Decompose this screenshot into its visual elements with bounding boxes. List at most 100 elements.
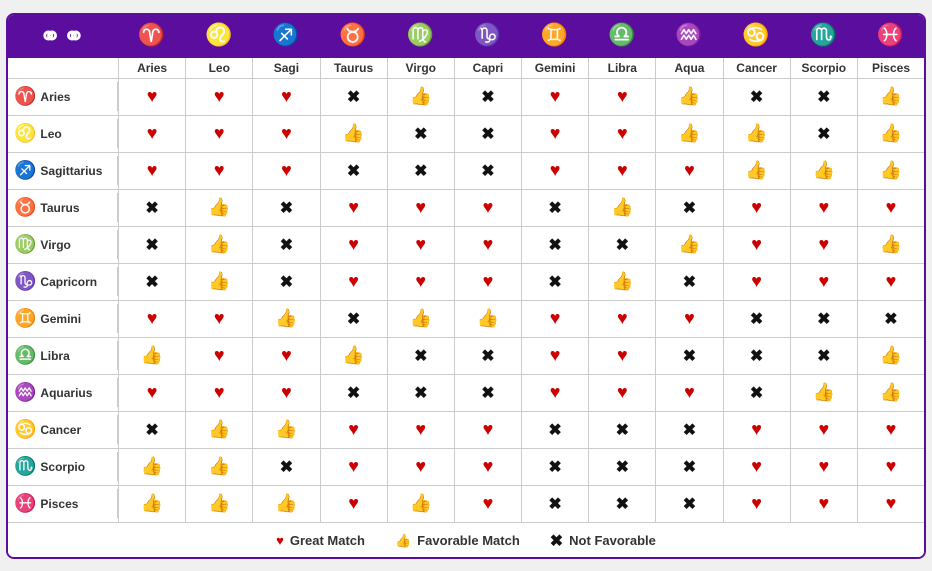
x-icon: ✖ bbox=[145, 198, 158, 218]
x-icon: ✖ bbox=[750, 87, 763, 107]
data-rows: ♈Aries♥♥♥✖👍✖♥♥👍✖✖👍♌Leo♥♥♥👍✖✖♥♥👍👍✖👍♐Sagit… bbox=[8, 79, 924, 522]
heart-icon: ♥ bbox=[483, 419, 494, 440]
heart-icon: ♥ bbox=[415, 456, 426, 477]
heart-icon: ♥ bbox=[281, 382, 292, 403]
x-icon: ✖ bbox=[347, 87, 360, 107]
cell-virgo-capri: ♥ bbox=[454, 227, 521, 263]
cell-cancer-pisces: ♥ bbox=[857, 412, 924, 448]
cell-leo-capri: ✖ bbox=[454, 116, 521, 152]
thumb-icon: 👍 bbox=[745, 160, 767, 181]
thumb-icon: 👍 bbox=[410, 86, 432, 107]
heart-icon: ♥ bbox=[751, 234, 762, 255]
cell-leo-virgo: ✖ bbox=[387, 116, 454, 152]
thumb-icon: 👍 bbox=[880, 123, 902, 144]
cell-virgo-taurus: ♥ bbox=[320, 227, 387, 263]
row-zodiac-icon: ♐ bbox=[14, 160, 36, 181]
cell-scorpio-gemini: ✖ bbox=[521, 449, 588, 485]
row-label: Sagittarius bbox=[40, 164, 102, 178]
heart-icon: ♥ bbox=[818, 419, 829, 440]
cell-sagittarius-leo: ♥ bbox=[185, 153, 252, 189]
corner-label bbox=[8, 58, 118, 78]
cell-virgo-pisces: 👍 bbox=[857, 227, 924, 263]
heart-icon: ♥ bbox=[617, 123, 628, 144]
x-icon: ✖ bbox=[548, 494, 561, 514]
x-icon: ✖ bbox=[548, 272, 561, 292]
col-header-pisces: ♓ bbox=[857, 18, 924, 54]
cell-cancer-taurus: ♥ bbox=[320, 412, 387, 448]
heart-icon: ♥ bbox=[214, 345, 225, 366]
row-header-scorpio: ♏Scorpio bbox=[8, 452, 118, 481]
x-icon: ✖ bbox=[481, 87, 494, 107]
heart-icon: ♥ bbox=[281, 345, 292, 366]
cell-taurus-taurus: ♥ bbox=[320, 190, 387, 226]
col-label-virgo: Virgo bbox=[387, 58, 454, 78]
heart-icon: ♥ bbox=[415, 271, 426, 292]
heart-icon: ♥ bbox=[415, 419, 426, 440]
cell-sagittarius-scorpio: 👍 bbox=[790, 153, 857, 189]
x-icon: ✖ bbox=[750, 346, 763, 366]
cell-aquarius-gemini: ♥ bbox=[521, 375, 588, 411]
cell-capricorn-leo: 👍 bbox=[185, 264, 252, 300]
legend: ♥ Great Match 👍 Favorable Match ✖ Not Fa… bbox=[8, 522, 924, 557]
cell-scorpio-libra: ✖ bbox=[588, 449, 655, 485]
thumb-icon: 👍 bbox=[141, 493, 163, 514]
cell-scorpio-virgo: ♥ bbox=[387, 449, 454, 485]
table-row: ♐Sagittarius♥♥♥✖✖✖♥♥♥👍👍👍 bbox=[8, 153, 924, 190]
heart-icon: ♥ bbox=[550, 345, 561, 366]
cell-taurus-capri: ♥ bbox=[454, 190, 521, 226]
thumb-icon: 👍 bbox=[208, 456, 230, 477]
thumb-icon: 👍 bbox=[410, 493, 432, 514]
zodiac-icon-leo: ♌ bbox=[205, 22, 232, 48]
heart-icon: ♥ bbox=[684, 160, 695, 181]
heart-icon: ♥ bbox=[415, 234, 426, 255]
cell-taurus-cancer: ♥ bbox=[723, 190, 790, 226]
cell-aquarius-virgo: ✖ bbox=[387, 375, 454, 411]
cell-libra-libra: ♥ bbox=[588, 338, 655, 374]
cell-sagittarius-aqua: ♥ bbox=[655, 153, 722, 189]
x-icon: ✖ bbox=[817, 309, 830, 329]
row-zodiac-icon: ♈ bbox=[14, 86, 36, 107]
cell-leo-cancer: 👍 bbox=[723, 116, 790, 152]
cell-capricorn-aries: ✖ bbox=[118, 264, 185, 300]
cell-scorpio-sagi: ✖ bbox=[252, 449, 319, 485]
cell-aries-aries: ♥ bbox=[118, 79, 185, 115]
legend-great-match: ♥ Great Match bbox=[276, 533, 365, 548]
cell-taurus-libra: 👍 bbox=[588, 190, 655, 226]
thumb-icon: 👍 bbox=[208, 234, 230, 255]
cell-scorpio-leo: 👍 bbox=[185, 449, 252, 485]
row-label: Capricorn bbox=[40, 275, 97, 289]
thumb-icon: 👍 bbox=[813, 382, 835, 403]
cell-scorpio-aqua: ✖ bbox=[655, 449, 722, 485]
row-zodiac-icon: ♋ bbox=[14, 419, 36, 440]
x-icon: ✖ bbox=[347, 383, 360, 403]
cell-gemini-aries: ♥ bbox=[118, 301, 185, 337]
row-header-libra: ♎Libra bbox=[8, 341, 118, 370]
table-row: ♑Capricorn✖👍✖♥♥♥✖👍✖♥♥♥ bbox=[8, 264, 924, 301]
cell-aries-capri: ✖ bbox=[454, 79, 521, 115]
row-header-virgo: ♍Virgo bbox=[8, 230, 118, 259]
heart-icon: ♥ bbox=[550, 160, 561, 181]
cell-pisces-aries: 👍 bbox=[118, 486, 185, 522]
cell-aquarius-aqua: ♥ bbox=[655, 375, 722, 411]
cell-taurus-leo: 👍 bbox=[185, 190, 252, 226]
heart-icon: ♥ bbox=[214, 382, 225, 403]
cell-aries-libra: ♥ bbox=[588, 79, 655, 115]
heart-icon: ♥ bbox=[684, 382, 695, 403]
heart-icon: ♥ bbox=[886, 197, 897, 218]
cell-scorpio-capri: ♥ bbox=[454, 449, 521, 485]
x-icon: ✖ bbox=[481, 346, 494, 366]
cell-virgo-aries: ✖ bbox=[118, 227, 185, 263]
heart-icon: ♥ bbox=[147, 86, 158, 107]
cell-virgo-aqua: 👍 bbox=[655, 227, 722, 263]
cell-capricorn-gemini: ✖ bbox=[521, 264, 588, 300]
logo: ⚭⚭ bbox=[39, 21, 87, 52]
cell-leo-pisces: 👍 bbox=[857, 116, 924, 152]
cell-pisces-capri: ♥ bbox=[454, 486, 521, 522]
logo-cell: ⚭⚭ bbox=[8, 15, 118, 58]
row-zodiac-icon: ♎ bbox=[14, 345, 36, 366]
thumb-icon: 👍 bbox=[208, 493, 230, 514]
cell-aquarius-taurus: ✖ bbox=[320, 375, 387, 411]
cell-capricorn-aqua: ✖ bbox=[655, 264, 722, 300]
legend-not-favorable: ✖ Not Favorable bbox=[550, 531, 656, 551]
row-label: Scorpio bbox=[40, 460, 85, 474]
